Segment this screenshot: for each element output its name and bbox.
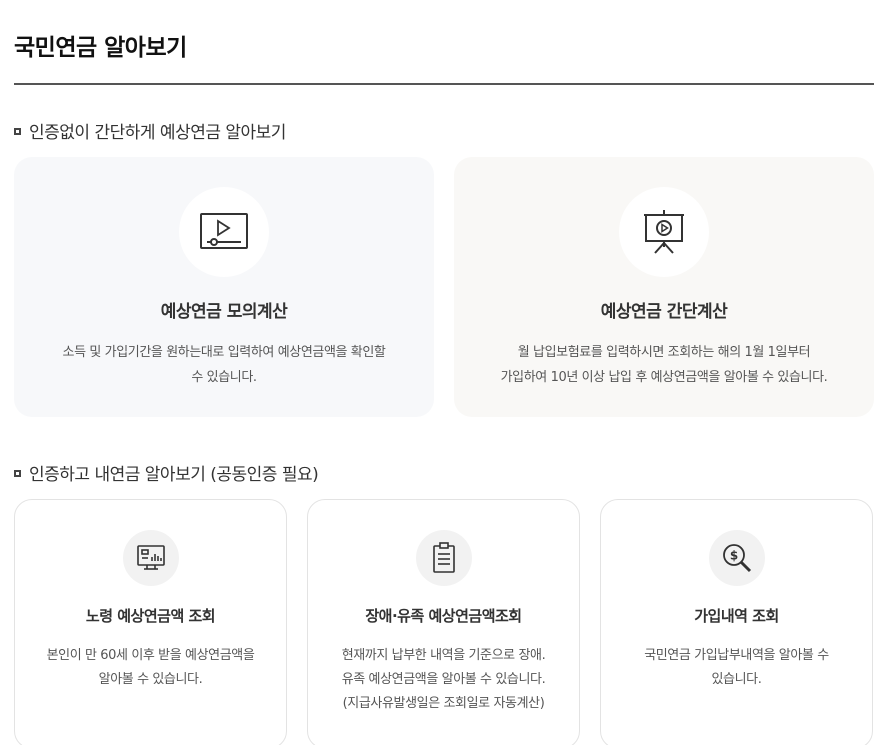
mock-calculation-title: 예상연금 모의계산 [160, 302, 288, 322]
page-title: 국민연금 알아보기 [14, 35, 187, 61]
simple-calculation-card[interactable]: 예상연금 간단계산 월 납입보험료를 입력하시면 조회하는 해의 1월 1일부터… [454, 157, 874, 417]
svg-text:$: $ [729, 549, 737, 563]
section-heading-label: 인증없이 간단하게 예상연금 알아보기 [29, 123, 286, 143]
mock-calculation-card[interactable]: 예상연금 모의계산 소득 및 가입기간을 원하는대로 입력하여 예상연금액을 확… [14, 157, 434, 417]
square-bullet-icon [14, 470, 21, 477]
desc-line: 수 있습니다. [191, 370, 257, 385]
presentation-board-icon [619, 187, 709, 277]
desc-line: 가입하여 10년 이상 납입 후 예상연금액을 알아볼 수 있습니다. [500, 370, 828, 385]
desc-line: 유족 예상연금액을 알아볼 수 있습니다. [341, 672, 546, 687]
disability-survivor-pension-desc: 현재까지 납부한 내역을 기준으로 장애. 유족 예상연금액을 알아볼 수 있습… [322, 644, 565, 716]
section-heading-no-auth: 인증없이 간단하게 예상연금 알아보기 [14, 118, 286, 143]
old-age-pension-desc: 본인이 만 60세 이후 받을 예상연금액을 알아볼 수 있습니다. [29, 644, 272, 692]
old-age-pension-card[interactable]: 노령 예상연금액 조회 본인이 만 60세 이후 받을 예상연금액을 알아볼 수… [14, 499, 287, 745]
desc-line: 월 납입보험료를 입력하시면 조회하는 해의 1월 1일부터 [517, 345, 811, 360]
disability-survivor-pension-title: 장애·유족 예상연금액조회 [365, 607, 522, 625]
money-search-icon: $ [708, 530, 765, 586]
subscription-history-desc: 국민연금 가입납부내역을 알아볼 수 있습니다. [615, 644, 858, 692]
disability-survivor-pension-card[interactable]: 장애·유족 예상연금액조회 현재까지 납부한 내역을 기준으로 장애. 유족 예… [307, 499, 580, 745]
section-heading-auth: 인증하고 내연금 알아보기 (공동인증 필요) [14, 460, 319, 485]
monitor-chart-icon [122, 530, 179, 586]
section-heading-label: 인증하고 내연금 알아보기 (공동인증 필요) [29, 465, 319, 485]
mock-calculation-desc: 소득 및 가입기간을 원하는대로 입력하여 예상연금액을 확인할 수 있습니다. [34, 340, 414, 390]
desc-line: 있습니다. [711, 672, 762, 687]
subscription-history-card[interactable]: $ 가입내역 조회 국민연금 가입납부내역을 알아볼 수 있습니다. [600, 499, 873, 745]
clipboard-icon [415, 530, 472, 586]
old-age-pension-title: 노령 예상연금액 조회 [85, 607, 216, 625]
desc-line: 국민연금 가입납부내역을 알아볼 수 [644, 648, 829, 663]
subscription-history-title: 가입내역 조회 [694, 607, 779, 625]
square-bullet-icon [14, 128, 21, 135]
title-divider [14, 83, 874, 85]
simple-calculation-title: 예상연금 간단계산 [600, 302, 728, 322]
desc-line: 현재까지 납부한 내역을 기준으로 장애. [341, 648, 546, 663]
simple-calculation-desc: 월 납입보험료를 입력하시면 조회하는 해의 1월 1일부터 가입하여 10년 … [474, 340, 854, 390]
desc-line: (지급사유발생일은 조회일로 자동계산) [342, 696, 545, 711]
desc-line: 본인이 만 60세 이후 받을 예상연금액을 [46, 648, 255, 663]
video-play-icon [179, 187, 269, 277]
desc-line: 소득 및 가입기간을 원하는대로 입력하여 예상연금액을 확인할 [62, 345, 386, 360]
desc-line: 알아볼 수 있습니다. [98, 672, 203, 687]
